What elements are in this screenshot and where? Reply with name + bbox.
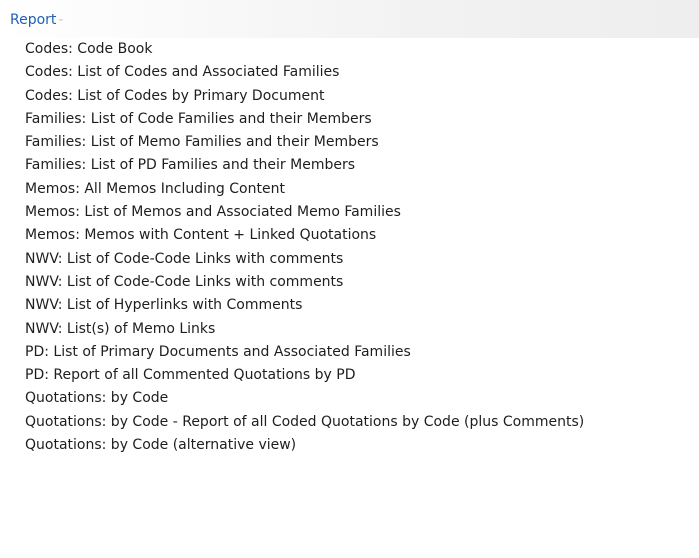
report-menu-header: Report - [0,0,699,38]
report-menu-items: Codes: Code Book Codes: List of Codes an… [0,38,699,457]
menu-item-codes-list-codes-associated-families[interactable]: Codes: List of Codes and Associated Fami… [0,61,699,84]
menu-item-memos-list-memos-associated-families[interactable]: Memos: List of Memos and Associated Memo… [0,201,699,224]
menu-item-families-code-families-members[interactable]: Families: List of Code Families and thei… [0,108,699,131]
menu-item-quotations-by-code-coded-quotations-comments[interactable]: Quotations: by Code - Report of all Code… [0,411,699,434]
report-menu-title-label: Report [10,12,57,28]
menu-item-pd-primary-documents-associated-families[interactable]: PD: List of Primary Documents and Associ… [0,341,699,364]
menu-item-families-memo-families-members[interactable]: Families: List of Memo Families and thei… [0,131,699,154]
menu-item-nwv-code-code-links-comments[interactable]: NWV: List of Code-Code Links with commen… [0,248,699,271]
menu-item-nwv-hyperlinks-comments[interactable]: NWV: List of Hyperlinks with Comments [0,294,699,317]
menu-item-quotations-by-code-alternative-view[interactable]: Quotations: by Code (alternative view) [0,434,699,457]
menu-item-codes-code-book[interactable]: Codes: Code Book [0,38,699,61]
report-menu-title-separator: - [58,12,64,28]
menu-item-families-pd-families-members[interactable]: Families: List of PD Families and their … [0,154,699,177]
report-menu-title[interactable]: Report - [10,11,63,29]
menu-item-quotations-by-code[interactable]: Quotations: by Code [0,387,699,410]
menu-item-codes-list-codes-by-primary-document[interactable]: Codes: List of Codes by Primary Document [0,85,699,108]
menu-item-memos-all-memos-including-content[interactable]: Memos: All Memos Including Content [0,178,699,201]
report-menu: Report - Codes: Code Book Codes: List of … [0,0,699,558]
menu-item-memos-with-content-linked-quotations[interactable]: Memos: Memos with Content + Linked Quota… [0,224,699,247]
menu-item-nwv-code-code-links-comments-2[interactable]: NWV: List of Code-Code Links with commen… [0,271,699,294]
menu-item-nwv-memo-links[interactable]: NWV: List(s) of Memo Links [0,318,699,341]
menu-item-pd-commented-quotations-by-pd[interactable]: PD: Report of all Commented Quotations b… [0,364,699,387]
